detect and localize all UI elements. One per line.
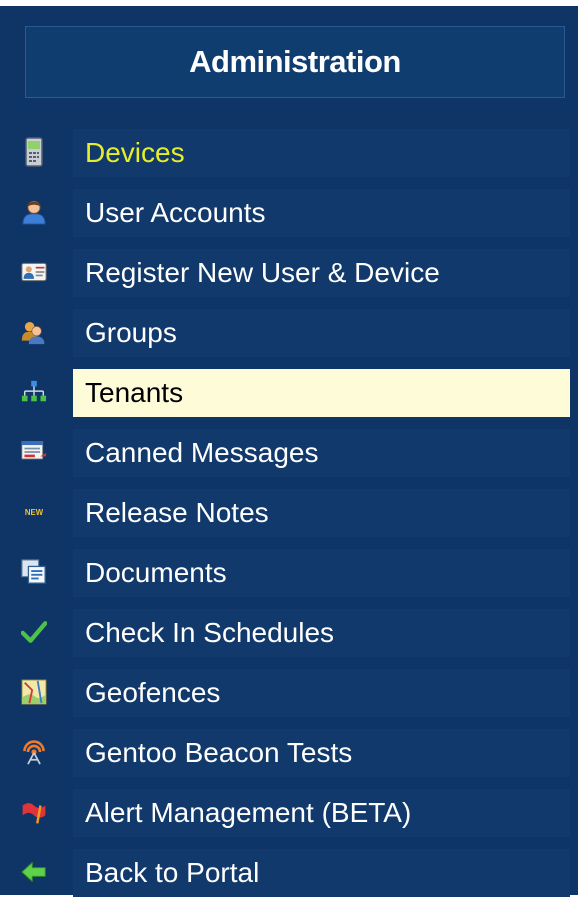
menu-row-groups: Groups xyxy=(0,307,578,367)
id-card-icon xyxy=(21,259,47,285)
sidebar-item-user-accounts[interactable]: User Accounts xyxy=(73,189,570,237)
sidebar-item-label: Canned Messages xyxy=(85,437,319,468)
sidebar-item-register-new-user-device[interactable]: Register New User & Device xyxy=(73,249,570,297)
menu-row-register: Register New User & Device xyxy=(0,247,578,307)
sidebar-item-label: Tenants xyxy=(85,377,184,408)
sidebar-item-label: Devices xyxy=(85,137,185,168)
admin-menu: Devices User Accounts Register New User … xyxy=(0,127,578,907)
menu-row-alert-management: Alert Management (BETA) xyxy=(0,787,578,847)
menu-row-check-in-schedules: Check In Schedules xyxy=(0,607,578,667)
svg-text:NEW: NEW xyxy=(25,508,44,517)
checkmark-icon xyxy=(21,619,47,645)
user-icon xyxy=(21,199,47,225)
message-form-icon xyxy=(21,439,47,465)
menu-row-documents: Documents xyxy=(0,547,578,607)
sidebar-item-label: Groups xyxy=(85,317,177,348)
sidebar-item-label: Register New User & Device xyxy=(85,257,440,288)
sidebar-item-label: Alert Management (BETA) xyxy=(85,797,412,828)
org-chart-icon xyxy=(21,379,47,405)
sidebar-item-devices[interactable]: Devices xyxy=(73,129,570,177)
sidebar-item-label: Gentoo Beacon Tests xyxy=(85,737,353,768)
menu-row-geofences: Geofences xyxy=(0,667,578,727)
sidebar-item-documents[interactable]: Documents xyxy=(73,549,570,597)
documents-icon xyxy=(21,559,47,585)
sidebar-item-groups[interactable]: Groups xyxy=(73,309,570,357)
sidebar-item-label: Documents xyxy=(85,557,227,588)
back-arrow-icon xyxy=(21,859,47,885)
sidebar-item-geofences[interactable]: Geofences xyxy=(73,669,570,717)
sidebar-item-label: Release Notes xyxy=(85,497,269,528)
menu-row-canned-messages: Canned Messages xyxy=(0,427,578,487)
mobile-phone-icon xyxy=(21,137,47,167)
menu-row-gentoo-beacon-tests: Gentoo Beacon Tests xyxy=(0,727,578,787)
sidebar-title: Administration xyxy=(189,44,401,79)
sidebar-item-label: User Accounts xyxy=(85,197,266,228)
beacon-icon xyxy=(21,739,47,765)
sidebar-item-label: Check In Schedules xyxy=(85,617,335,648)
sidebar-item-label: Back to Portal xyxy=(85,857,260,888)
new-badge-icon: NEW xyxy=(21,499,47,525)
menu-row-user-accounts: User Accounts xyxy=(0,187,578,247)
menu-row-back-to-portal: Back to Portal xyxy=(0,847,578,907)
menu-row-tenants: Tenants xyxy=(0,367,578,427)
sidebar-header: Administration xyxy=(25,26,565,98)
map-icon xyxy=(21,679,47,705)
sidebar-item-gentoo-beacon-tests[interactable]: Gentoo Beacon Tests xyxy=(73,729,570,777)
sidebar-item-alert-management[interactable]: Alert Management (BETA) xyxy=(73,789,570,837)
sidebar-item-back-to-portal[interactable]: Back to Portal xyxy=(73,849,570,897)
sidebar-item-release-notes[interactable]: Release Notes xyxy=(73,489,570,537)
group-icon xyxy=(21,319,47,345)
admin-panel: Administration Devices User Accounts Reg… xyxy=(0,0,583,897)
menu-row-devices: Devices xyxy=(0,127,578,187)
sidebar-item-canned-messages[interactable]: Canned Messages xyxy=(73,429,570,477)
sidebar-item-check-in-schedules[interactable]: Check In Schedules xyxy=(73,609,570,657)
menu-row-release-notes: NEW Release Notes xyxy=(0,487,578,547)
sidebar-item-label: Geofences xyxy=(85,677,221,708)
sidebar-item-tenants[interactable]: Tenants xyxy=(73,369,570,417)
alert-flag-icon xyxy=(21,799,47,825)
